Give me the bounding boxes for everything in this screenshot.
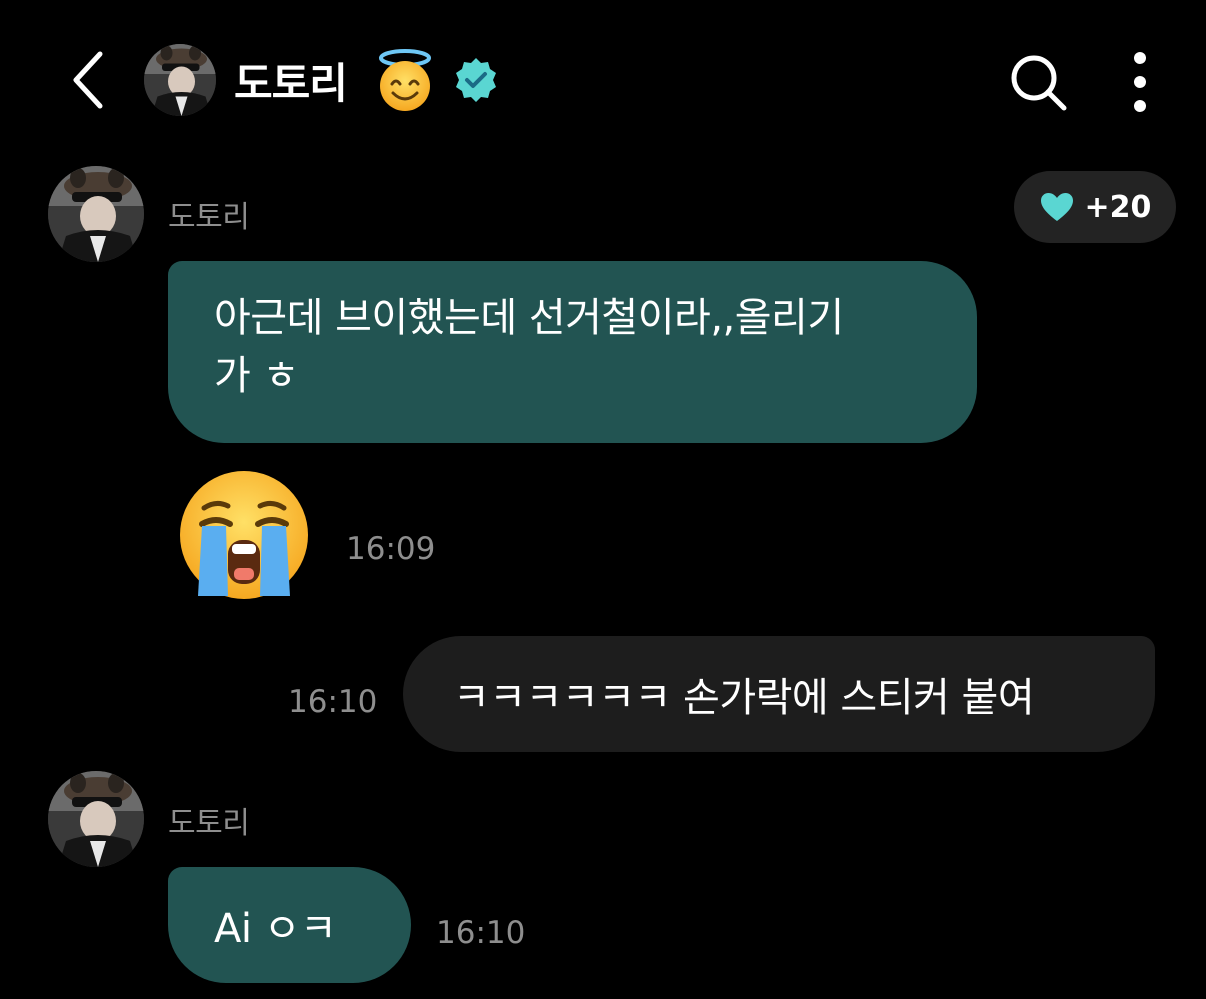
profile-photo [48, 166, 144, 262]
sender-avatar[interactable] [48, 166, 144, 262]
more-vertical-icon [1134, 52, 1146, 112]
back-button[interactable] [52, 44, 124, 116]
chat-title: 도토리 [234, 58, 348, 108]
message-bubble-incoming[interactable]: Ai ㅇㅋ [168, 867, 411, 983]
message-text: Ai ㅇㅋ [214, 906, 337, 952]
message-text: ㅋㅋㅋㅋㅋㅋ 손가락에 스티커 붙여 [453, 675, 1035, 721]
search-button[interactable] [1004, 48, 1072, 116]
smiling-face-with-halo-icon [379, 49, 431, 111]
message-timestamp: 16:10 [288, 684, 378, 720]
chat-header: 도토리 [0, 0, 1206, 160]
message-text-line: 아근데 브이했는데 선거철이라,,올리기 [214, 295, 844, 341]
loudly-crying-face-sticker[interactable] [176, 468, 312, 602]
search-icon [1011, 55, 1067, 111]
profile-photo [48, 771, 144, 867]
sender-name: 도토리 [168, 200, 250, 235]
profile-photo [144, 44, 216, 116]
sender-avatar[interactable] [48, 771, 144, 867]
header-avatar[interactable] [144, 44, 216, 116]
message-timestamp: 16:10 [436, 915, 526, 951]
reaction-badge[interactable]: +20 [1014, 171, 1176, 243]
sender-name: 도토리 [168, 806, 250, 841]
verified-badge-icon [456, 58, 496, 102]
message-bubble-outgoing[interactable]: ㅋㅋㅋㅋㅋㅋ 손가락에 스티커 붙여 [403, 636, 1155, 752]
more-options-button[interactable] [1116, 46, 1164, 118]
message-timestamp: 16:09 [346, 531, 436, 567]
message-bubble-incoming[interactable]: 아근데 브이했는데 선거철이라,,올리기 가 ㅎ [168, 261, 977, 443]
chevron-left-icon [73, 51, 103, 109]
heart-icon [1040, 193, 1073, 221]
reaction-count: +20 [1084, 189, 1152, 225]
message-text-line: 가 ㅎ [214, 353, 299, 399]
